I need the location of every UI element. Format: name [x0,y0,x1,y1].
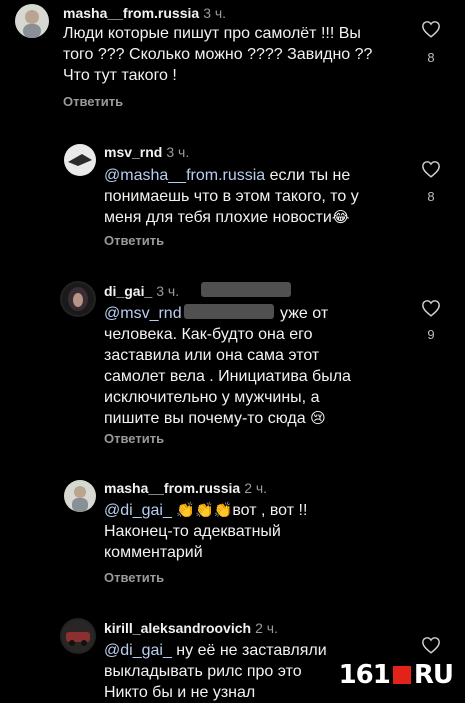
avatar[interactable] [64,480,96,512]
comment-time: 2 ч. [244,480,268,496]
like-count: 8 [427,189,435,204]
mention-link[interactable]: @msv_rnd [104,305,182,322]
heart-icon[interactable] [421,160,441,178]
mention-link[interactable]: @di_gai_ [104,502,172,519]
reply-button[interactable]: Ответить [104,431,164,446]
watermark-logo: 161 RU [338,660,454,690]
comment-text: @di_gai_ ну её не заставляли выкладывать… [104,642,327,701]
avatar[interactable] [64,144,96,176]
clapping-emoji: 👏👏👏 [176,502,233,519]
avatar[interactable] [15,4,49,38]
comment-time: 3 ч. [166,144,190,160]
comment-username[interactable]: kirill_aleksandroovich [104,620,251,636]
comment-username[interactable]: masha__from.russia [104,480,240,496]
comment-text: @msv_rnd уже от человека. Как-будто она … [104,304,351,427]
reply-button[interactable]: Ответить [63,94,123,109]
comment-time: 2 ч. [255,620,278,636]
comment-time: 3 ч. [203,5,227,21]
watermark-prefix: 161 [338,660,391,690]
like-count: 9 [427,327,435,342]
avatar[interactable] [62,620,94,652]
heart-icon[interactable] [421,20,441,38]
reply-button[interactable]: Ответить [104,233,164,248]
reply-button[interactable]: Ответить [104,570,164,585]
blurred-username [201,282,292,297]
comment-text: Люди которые пишут про самолёт !!! Вы то… [63,25,373,84]
watermark-suffix: RU [413,660,454,690]
comment-time: 3 ч. [156,283,180,299]
blurred-text [183,304,274,319]
watermark-square [392,666,411,684]
avatar[interactable] [62,283,94,315]
mention-link[interactable]: @masha__from.russia [104,167,265,184]
comment-text: @di_gai_ 👏👏👏вот , вот !! Наконец-то адек… [104,502,308,561]
laughing-emoji: 😂 [331,209,350,226]
comment-username[interactable]: msv_rnd [104,144,162,160]
heart-icon[interactable] [421,299,441,317]
heart-icon[interactable] [421,636,441,654]
comment-username[interactable]: di_gai_ [104,283,152,299]
comment-text: @masha__from.russia если ты не понимаешь… [104,167,359,226]
comment-username[interactable]: masha__from.russia [63,5,199,21]
like-count: 8 [427,50,435,65]
mention-link[interactable]: @di_gai_ [104,642,172,659]
sad-emoji: 😢 [310,410,326,427]
